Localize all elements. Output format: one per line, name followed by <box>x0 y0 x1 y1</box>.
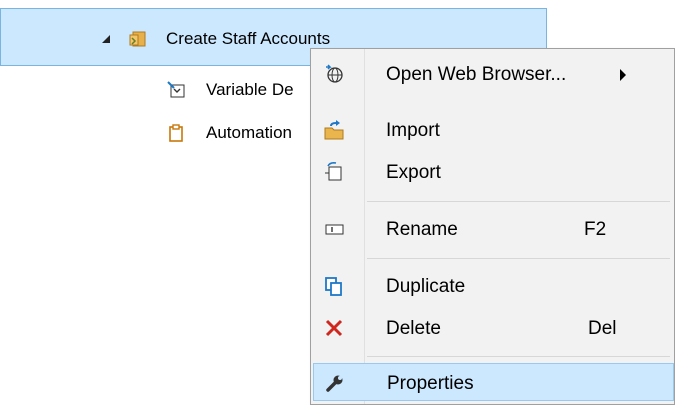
collapse-triangle-icon[interactable] <box>100 33 112 45</box>
menu-item-label: Rename <box>386 219 458 240</box>
import-icon <box>324 120 344 140</box>
variable-definition-icon <box>167 81 185 98</box>
context-menu: Open Web Browser... Import Export Rename… <box>310 48 675 405</box>
menu-item-label: Export <box>386 162 441 183</box>
folder-script-icon <box>129 31 146 47</box>
menu-item-open-web-browser[interactable]: Open Web Browser... <box>313 55 674 93</box>
globe-icon <box>326 64 343 83</box>
rename-icon <box>325 224 344 235</box>
menu-separator <box>367 201 670 202</box>
tree-item-label: Automation <box>206 123 292 142</box>
export-icon <box>325 162 342 181</box>
menu-item-label: Open Web Browser... <box>386 64 567 85</box>
menu-item-label: Import <box>386 120 440 141</box>
tree-item-label: Variable De <box>206 80 294 99</box>
menu-item-label: Properties <box>387 373 474 394</box>
tree-item-label: Create Staff Accounts <box>166 29 331 48</box>
menu-item-rename[interactable]: Rename F2 <box>313 210 674 248</box>
submenu-arrow-icon <box>620 69 626 81</box>
menu-item-shortcut: F2 <box>584 219 607 240</box>
menu-item-label: Duplicate <box>386 276 466 297</box>
menu-item-properties[interactable]: Properties <box>313 363 674 401</box>
clipboard-icon <box>169 124 183 142</box>
menu-item-shortcut: Del <box>588 318 617 339</box>
delete-icon <box>325 319 343 337</box>
duplicate-icon <box>325 277 342 296</box>
menu-separator <box>367 356 670 357</box>
wrench-icon <box>326 375 343 392</box>
menu-item-duplicate[interactable]: Duplicate <box>313 267 674 305</box>
menu-separator <box>367 258 670 259</box>
menu-item-label: Delete <box>386 318 441 339</box>
menu-item-export[interactable]: Export <box>313 153 674 191</box>
menu-item-import[interactable]: Import <box>313 111 674 149</box>
menu-item-delete[interactable]: Delete Del <box>313 309 674 347</box>
